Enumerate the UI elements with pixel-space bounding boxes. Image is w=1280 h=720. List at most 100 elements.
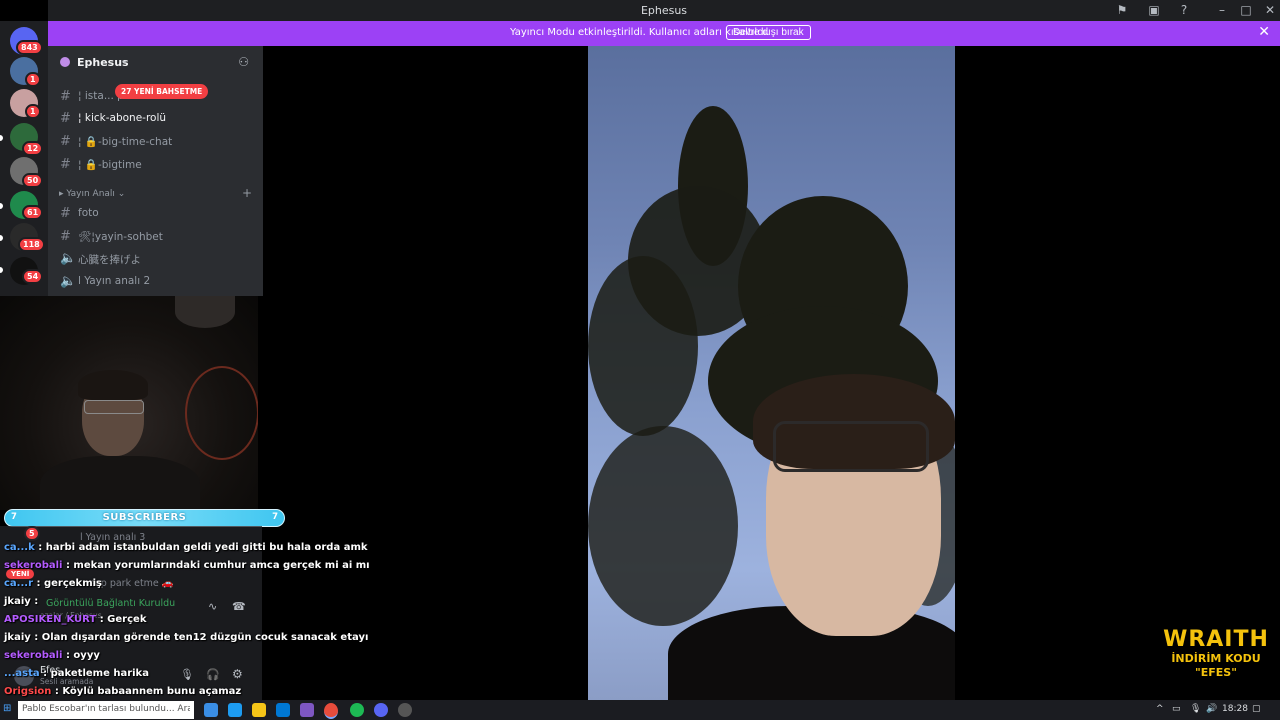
chat-message: APOSIKEN_KURT : Gerçek xyxy=(4,614,146,625)
ceiling-lamp xyxy=(175,296,235,328)
close-banner-icon[interactable]: ✕ xyxy=(1258,24,1270,40)
background-wheel xyxy=(185,366,258,460)
title-bar: Ephesus ⚑ ▣ ? – □ ✕ xyxy=(48,0,1280,21)
edge-icon[interactable] xyxy=(228,703,242,717)
chat-text: : Olan dışardan görende ten12 düzgün coc… xyxy=(30,632,369,643)
chat-text: : oyyy xyxy=(62,650,100,661)
category-header[interactable]: ▸ Yayın Analı ⌄ xyxy=(59,189,125,199)
chat-username: sekerobali xyxy=(4,650,63,661)
chat-username: ...asta xyxy=(4,668,40,679)
discord-icon[interactable] xyxy=(374,703,388,717)
new-mentions-pill[interactable]: 27 YENİ BAHSETME xyxy=(115,84,209,99)
microphone-tray-icon[interactable]: 🎙 xyxy=(1190,704,1201,714)
tree-silhouette xyxy=(588,256,698,436)
chat-username: ca...k xyxy=(4,542,35,553)
notifications-icon[interactable]: ▢ xyxy=(1252,704,1261,714)
chat-text: : harbi adam istanbuldan geldi yedi gitt… xyxy=(34,542,368,553)
subscribers-title: SUBSCRIBERS xyxy=(102,512,187,523)
disable-streamer-mode-button[interactable]: Devre dışı bırak xyxy=(726,25,811,40)
channel-item[interactable]: # 🛠¦yayin-sohbet xyxy=(56,226,256,246)
hash-icon: # xyxy=(60,134,71,149)
sponsor-logo: WRAITH İNDİRİM KODU "EFES" xyxy=(1160,628,1272,690)
channel-item[interactable]: # ¦ kick-abone-rolü xyxy=(56,108,256,128)
channel-item[interactable]: # foto xyxy=(56,203,256,223)
unread-badge: 50 xyxy=(22,173,44,188)
chrome-icon[interactable] xyxy=(324,703,338,719)
noise-suppression-icon[interactable]: ∿ xyxy=(208,600,217,613)
help-icon[interactable]: ? xyxy=(1176,2,1192,18)
server-icon xyxy=(60,57,70,67)
streamer-mode-banner: Yayıncı Modu etkinleştirildi. Kullanıcı … xyxy=(48,21,1280,46)
screen-icon[interactable]: ▣ xyxy=(1146,2,1162,18)
unread-badge: 118 xyxy=(18,237,45,252)
chat-text: : Köylü babaannem bunu açamaz xyxy=(51,686,242,697)
subscribers-count-right: 7 xyxy=(272,512,278,522)
channel-label: sap park etme 🚗 xyxy=(90,578,174,589)
hash-icon: # xyxy=(60,89,71,104)
chat-message: ca...r : gerçekmiş xyxy=(4,578,102,589)
unread-badge: 54 xyxy=(22,269,44,284)
chat-text: : gerçekmiş xyxy=(33,578,103,589)
chat-message: ca...k : harbi adam istanbuldan geldi ye… xyxy=(4,542,368,553)
obs-icon[interactable] xyxy=(398,703,412,717)
person-glasses xyxy=(773,421,929,472)
start-icon[interactable]: ⊞ xyxy=(3,703,11,714)
hash-icon: # xyxy=(60,229,71,244)
hash-icon: # xyxy=(60,157,71,172)
clock-time[interactable]: 18:28 xyxy=(1222,704,1248,714)
network-icon[interactable]: ▭ xyxy=(1172,704,1181,714)
file-explorer-icon[interactable] xyxy=(252,703,266,717)
unread-badge: 1 xyxy=(25,72,41,87)
unread-badge: 12 xyxy=(22,141,44,156)
chevron-down-icon: ⌄ xyxy=(120,55,129,66)
taskbar-search-box[interactable]: Pablo Escobar'ın tarlası bulundu... Aram… xyxy=(18,701,194,719)
volume-icon[interactable]: 🔊 xyxy=(1206,704,1217,714)
hash-icon: # xyxy=(60,111,71,126)
unread-badge: 1 xyxy=(25,104,41,119)
speaker-icon: 🔈 xyxy=(60,274,77,289)
window-title: Ephesus xyxy=(640,4,688,17)
voice-channel-item[interactable]: 🔈 l Yayın analı 2 xyxy=(56,271,256,291)
streamer-hair xyxy=(78,370,148,400)
inbox-icon[interactable]: ⚑ xyxy=(1114,2,1130,18)
voice-channel-item[interactable]: 🔈 心臓を捧げよ xyxy=(56,248,256,268)
chat-text: : paketleme harika xyxy=(39,668,149,679)
add-channel-icon[interactable]: + xyxy=(242,186,252,200)
unread-indicator xyxy=(0,267,3,273)
chat-message: sekerobali : mekan yorumlarındaki cumhur… xyxy=(4,560,370,571)
server-header[interactable]: Ephesus ⌄ ⚇ xyxy=(48,46,263,78)
app-icon[interactable] xyxy=(300,703,314,717)
channel-item[interactable]: # ¦ 🔒-bigtime xyxy=(56,154,256,174)
taskbar: ⊞ Pablo Escobar'ın tarlası bulundu... Ar… xyxy=(0,700,1280,720)
channel-item[interactable]: # ¦ 🔒-big-time-chat xyxy=(56,131,256,151)
microphone-icon[interactable]: 🎙 xyxy=(180,668,194,681)
streamer-glasses xyxy=(84,400,144,414)
video-feed xyxy=(588,46,955,700)
unread-badge: 843 xyxy=(16,40,43,55)
maximize-icon[interactable]: □ xyxy=(1238,2,1254,18)
unread-badge: 5 xyxy=(24,526,40,541)
sponsor-brand: WRAITH xyxy=(1163,627,1269,652)
tree-silhouette xyxy=(588,426,738,626)
sponsor-code: "EFES" xyxy=(1195,666,1237,679)
close-window-icon[interactable]: ✕ xyxy=(1262,2,1278,18)
chat-message: sekerobali : oyyy xyxy=(4,650,100,661)
chat-text: : xyxy=(30,596,39,607)
sponsor-discount-label: İNDİRİM KODU xyxy=(1171,652,1261,665)
chat-text: : Gerçek xyxy=(96,614,147,625)
minimize-icon[interactable]: – xyxy=(1214,2,1230,18)
disconnect-icon[interactable]: ☎ xyxy=(232,600,246,613)
task-view-icon[interactable] xyxy=(204,703,218,717)
voice-connected-status: Görüntülü Bağlantı Kuruldu xyxy=(46,598,176,609)
tray-chevron-icon[interactable]: ^ xyxy=(1156,704,1164,714)
spotify-icon[interactable] xyxy=(350,703,364,717)
unread-indicator xyxy=(0,235,3,241)
headphones-icon[interactable]: 🎧 xyxy=(206,668,220,681)
hash-icon: # xyxy=(60,206,71,221)
chat-username: jkaiy xyxy=(4,632,31,643)
invite-people-icon[interactable]: ⚇ xyxy=(238,55,249,69)
mail-icon[interactable] xyxy=(276,703,290,717)
settings-gear-icon[interactable]: ⚙ xyxy=(232,667,243,681)
streamer-shirt xyxy=(40,456,200,510)
streamer-webcam xyxy=(0,296,258,510)
